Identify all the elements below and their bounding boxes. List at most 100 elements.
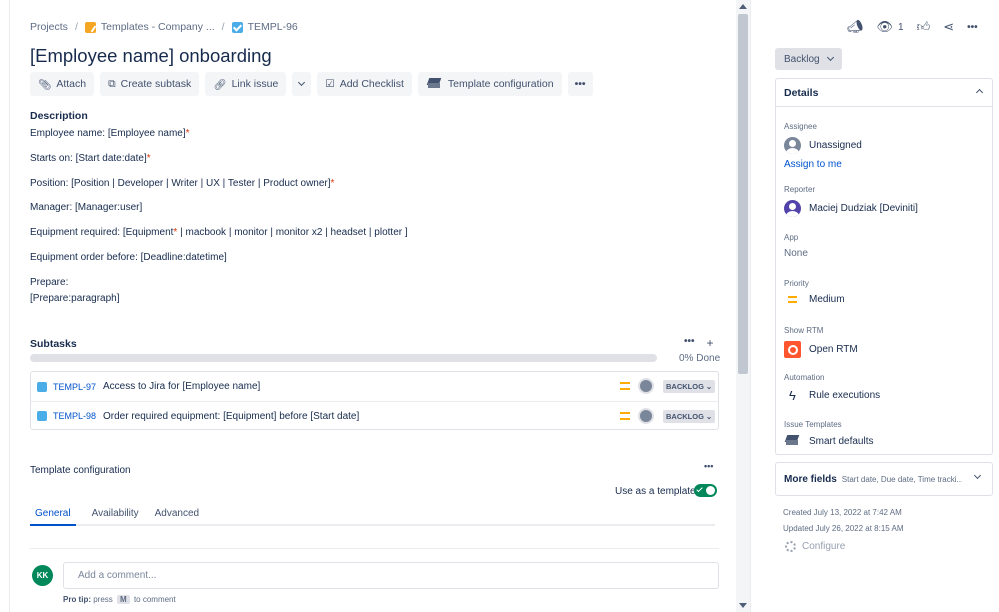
rule-executions-button[interactable]: ϟ Rule executions — [784, 388, 880, 403]
status-dropdown[interactable]: BACKLOG ⌄ — [663, 380, 716, 393]
rule-executions-label: Rule executions — [809, 390, 881, 401]
use-as-template-toggle[interactable] — [694, 484, 717, 497]
share-icon[interactable]: ⋖ — [943, 19, 954, 35]
priority-medium-icon — [620, 382, 630, 390]
pro-tip: Pro tip: press M to comment — [63, 595, 176, 604]
smart-defaults-label: Smart defaults — [809, 435, 874, 447]
create-subtask-button[interactable]: ⧉ Create subtask — [100, 72, 200, 96]
tab-availability[interactable]: Availability — [87, 508, 139, 526]
pro-tip-suffix: to comment — [133, 595, 176, 604]
tab-general[interactable]: General — [30, 508, 76, 526]
updated-date: Updated July 26, 2022 at 8:15 AM — [783, 524, 904, 533]
chevron-down-icon: ⌄ — [705, 382, 713, 391]
layers-icon — [426, 78, 443, 90]
check-icon — [696, 485, 703, 493]
more-icon[interactable]: ••• — [684, 336, 695, 350]
issue-templates-label: Issue Templates — [784, 420, 842, 429]
scroll-up-arrow-icon[interactable] — [739, 4, 747, 9]
app-value[interactable]: None — [784, 248, 808, 259]
gear-icon — [785, 541, 796, 552]
description-line[interactable]: Position: [Position | Developer | Writer… — [30, 178, 334, 189]
more-actions-button[interactable]: ••• — [567, 72, 593, 96]
scroll-down-arrow-icon[interactable] — [739, 603, 747, 608]
description-line[interactable]: Prepare: — [30, 277, 68, 288]
status-dropdown[interactable]: BACKLOG ⌄ — [663, 410, 716, 423]
description-text: Equipment required: [Equipment — [30, 227, 174, 238]
show-rtm-label: Show RTM — [784, 326, 824, 335]
assignee-value[interactable]: Unassigned — [784, 137, 862, 154]
issue-templates-field: Issue Templates Smart defaults — [784, 420, 873, 447]
reporter-label: Reporter — [784, 185, 816, 194]
add-checklist-button[interactable]: ☑ Add Checklist — [317, 72, 412, 96]
description-line[interactable]: Equipment order before: [Deadline:dateti… — [30, 252, 227, 263]
assignee-label: Assignee — [784, 122, 817, 131]
left-edge-panel — [0, 0, 10, 612]
issue-main-panel: Projects / Templates - Company ... / TEM… — [10, 0, 736, 612]
more-icon[interactable]: ••• — [967, 22, 978, 33]
subtask-key[interactable]: TEMPL-98 — [53, 411, 103, 421]
lightning-icon: ϟ — [789, 388, 796, 403]
description-label: Description — [30, 110, 88, 122]
priority-value[interactable]: Medium — [784, 294, 845, 305]
avatar: KK — [32, 565, 53, 586]
megaphone-icon[interactable]: 📣︎ — [847, 19, 864, 35]
chevron-up-icon — [975, 88, 984, 97]
divider — [30, 548, 719, 549]
breadcrumb-project-label: Templates - Company ... — [100, 21, 215, 33]
smart-defaults-button[interactable]: Smart defaults — [784, 435, 873, 447]
thumbs-up-icon[interactable]: 👍︎ — [917, 19, 931, 35]
subtask-summary[interactable]: Access to Jira for [Employee name] — [103, 381, 260, 392]
open-rtm-button[interactable]: Open RTM — [784, 341, 858, 358]
template-configuration-button[interactable]: Template configuration — [417, 72, 562, 96]
issue-title[interactable]: [Employee name] onboarding — [30, 45, 272, 67]
priority-label: Priority — [784, 279, 809, 288]
attach-label: Attach — [56, 78, 87, 90]
subtask-row[interactable]: TEMPL-98 Order required equipment: [Equi… — [31, 401, 718, 430]
priority-field: Priority Medium — [784, 279, 845, 305]
details-label: Details — [784, 86, 819, 99]
subtask-row[interactable]: TEMPL-97 Access to Jira for [Employee na… — [31, 372, 718, 401]
required-marker: * — [146, 153, 151, 164]
subtask-icon — [37, 381, 47, 392]
description-line[interactable]: Starts on: [Start date:date]* — [30, 153, 151, 164]
assignee-field: Assignee Unassigned Assign to me — [784, 122, 862, 170]
configure-button[interactable]: Configure — [785, 541, 845, 552]
comment-input[interactable]: Add a comment... — [63, 562, 719, 589]
status-label: BACKLOG — [666, 412, 704, 421]
tab-advanced[interactable]: Advanced — [150, 508, 199, 526]
link-issue-button[interactable]: 🔗︎ Link issue — [205, 72, 287, 96]
description-text: Starts on: [Start date:date] — [30, 153, 147, 164]
reporter-value[interactable]: Maciej Dudziak [Deviniti] — [784, 200, 918, 217]
scrollbar-thumb[interactable] — [738, 14, 748, 374]
description-line[interactable]: Employee name: [Employee name]* — [30, 128, 190, 139]
chevron-down-icon — [973, 471, 982, 480]
link-issue-dropdown-button[interactable] — [292, 72, 312, 96]
add-icon[interactable]: + — [707, 336, 714, 350]
breadcrumb-projects[interactable]: Projects — [30, 21, 68, 33]
subtask-summary[interactable]: Order required equipment: [Equipment] be… — [103, 411, 359, 422]
description-line[interactable]: Manager: [Manager:user] — [30, 202, 142, 213]
assign-to-me-link[interactable]: Assign to me — [784, 159, 862, 170]
details-header[interactable]: Details — [776, 79, 992, 107]
breadcrumb-project[interactable]: Templates - Company ... — [84, 21, 215, 33]
attach-button[interactable]: 📎︎ Attach — [30, 72, 95, 96]
template-config-tabs: General Availability Advanced — [30, 508, 715, 526]
more-fields-panel[interactable]: More fields Start date, Due date, Time t… — [775, 462, 993, 496]
description-line[interactable]: [Prepare:paragraph] — [30, 293, 120, 304]
avatar[interactable] — [638, 408, 654, 424]
required-marker: * — [330, 178, 335, 189]
description-text: Manager: [Manager:user] — [30, 202, 143, 213]
configure-label: Configure — [802, 541, 846, 552]
project-icon — [84, 21, 96, 33]
avatar[interactable] — [638, 378, 654, 394]
more-icon[interactable]: ••• — [704, 461, 713, 471]
keyboard-key: M — [117, 595, 130, 604]
breadcrumb-issue[interactable]: TEMPL-96 — [231, 21, 298, 33]
subtask-icon — [37, 411, 47, 421]
scrollbar[interactable] — [736, 0, 750, 612]
subtask-key[interactable]: TEMPL-97 — [53, 382, 103, 392]
description-line[interactable]: Equipment required: [Equipment* | macboo… — [30, 227, 408, 238]
status-dropdown[interactable]: Backlog — [775, 48, 842, 70]
watch-button[interactable]: 👁︎ 1 — [877, 19, 904, 35]
description-text: Employee name: [Employee name] — [30, 128, 186, 139]
